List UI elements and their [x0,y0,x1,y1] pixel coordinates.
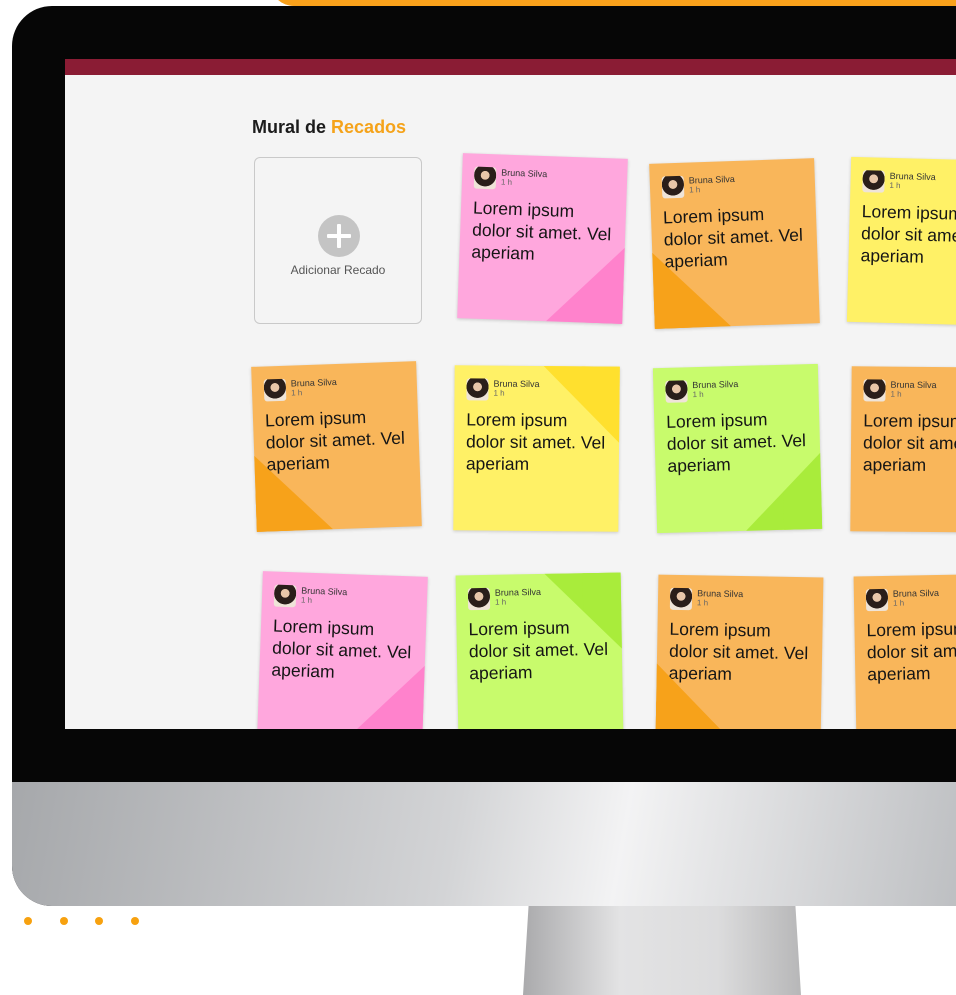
note-author: Bruna Silva [890,379,937,391]
folded-corner [346,663,425,729]
note-header: Bruna Silva 1 h [473,166,616,196]
folded-corner [655,663,733,729]
folded-corner [546,245,625,324]
note-text: Lorem ipsum dolor sit amet. Vel aperiam [866,618,956,685]
dot [24,917,32,925]
note-text: Lorem ipsum dolor sit amet. Vel aperiam [862,410,956,475]
folded-corner [652,250,731,329]
add-note-label: Adicionar Recado [290,263,386,277]
monitor-stand [523,906,801,995]
dot [60,917,68,925]
author-avatar [473,166,497,190]
note-time: 1 h [688,185,701,195]
note-card[interactable]: Bruna Silva 1 h Lorem ipsum dolor sit ame… [457,153,628,324]
author-avatar [665,380,688,403]
dot [95,917,103,925]
monitor-frame: Mural de Recados Adicionar Recado Bruna … [12,6,956,906]
folded-corner [543,366,620,443]
note-card[interactable]: Bruna Silva 1 h Lorem ipsum dolor sit ame… [257,571,428,729]
note-time: 1 h [696,598,709,608]
note-card[interactable]: Bruna Silva 1 h Lorem ipsum dolor sit ame… [853,573,956,729]
note-time: 1 h [500,177,513,187]
author-avatar [865,588,889,612]
note-time: 1 h [892,598,905,608]
note-time: 1 h [290,388,303,398]
note-card[interactable]: Bruna Silva 1 h Lorem ipsum dolor sit ame… [655,574,824,729]
note-time: 1 h [493,388,505,398]
note-card[interactable]: Bruna Silva 1 h Lorem ipsum dolor sit ame… [652,363,823,534]
dot [131,917,139,925]
author-avatar [466,378,489,401]
note-time: 1 h [300,595,313,605]
note-card[interactable]: Bruna Silva 1 h Lorem ipsum dolor sit ame… [251,361,422,532]
note-time: 1 h [889,180,901,191]
monitor-chin [12,782,956,906]
author-avatar [467,587,491,611]
note-time: 1 h [494,597,507,607]
app-screen: Mural de Recados Adicionar Recado Bruna … [65,59,956,729]
author-avatar [862,170,885,193]
note-card[interactable]: Bruna Silva 1 h Lorem ipsum dolor sit ame… [649,158,820,329]
folded-corner [254,453,333,532]
note-time: 1 h [692,389,704,400]
note-time: 1 h [890,389,902,399]
add-note-button[interactable]: Adicionar Recado [254,157,422,324]
note-card[interactable]: Bruna Silva 1 h Lorem ipsum dolor sit ame… [850,366,956,533]
author-avatar [263,378,287,402]
folded-corner [544,572,622,650]
author-avatar [669,587,693,611]
note-card[interactable]: Bruna Silva 1 h Lorem ipsum dolor sit ame… [455,572,624,729]
author-avatar [661,175,685,199]
plus-circle-icon [318,215,360,257]
author-avatar [273,584,297,608]
app-top-bar [65,59,956,75]
note-text: Lorem ipsum dolor sit amet. Vel aperiam [860,201,956,267]
note-card[interactable]: Bruna Silva 1 h Lorem ipsum dolor sit ame… [846,156,956,327]
author-avatar [863,379,886,402]
page-title: Mural de Recados [252,117,407,137]
folded-corner [744,452,823,531]
note-author: Bruna Silva [493,378,540,390]
note-card[interactable]: Bruna Silva 1 h Lorem ipsum dolor sit ame… [453,365,620,532]
